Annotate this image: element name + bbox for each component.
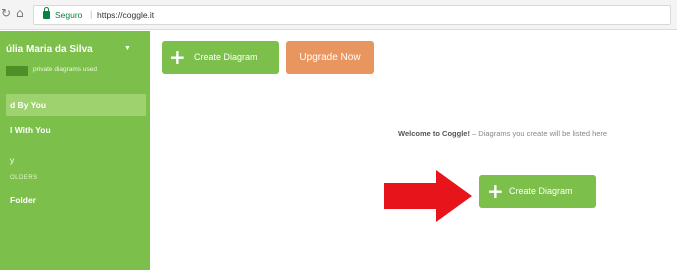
- url-text[interactable]: https://coggle.it: [97, 10, 154, 20]
- red-arrow-icon: [384, 170, 472, 222]
- sidebar-item-created-by-you[interactable]: d By You: [6, 94, 146, 116]
- sidebar: úlia Maria da Silva ▼ private diagrams u…: [0, 31, 150, 270]
- caret-down-icon[interactable]: ▼: [124, 45, 131, 52]
- usage-text: private diagrams used: [33, 66, 97, 73]
- reload-icon[interactable]: ↻: [1, 6, 11, 20]
- create-diagram-label: Create Diagram: [509, 186, 573, 196]
- home-icon[interactable]: ⌂: [16, 6, 24, 20]
- lock-icon: [43, 7, 50, 19]
- usage-badge: [6, 66, 28, 76]
- url-separator: |: [90, 9, 93, 19]
- welcome-text: – Diagrams you create will be listed her…: [469, 129, 608, 138]
- welcome-title: Welcome to Coggle!: [398, 129, 470, 138]
- user-name[interactable]: úlia Maria da Silva: [6, 44, 93, 55]
- create-diagram-label: Create Diagram: [194, 52, 258, 62]
- section-label-folders: OLDERS: [10, 175, 38, 181]
- browser-address-bar: ↻ ⌂ Seguro | https://coggle.it: [0, 0, 677, 30]
- create-diagram-button-center[interactable]: + Create Diagram: [479, 175, 596, 208]
- sidebar-item-folder[interactable]: Folder: [6, 189, 146, 211]
- url-field[interactable]: Seguro | https://coggle.it: [33, 5, 671, 25]
- secure-label: Seguro: [55, 10, 83, 20]
- plus-icon: +: [169, 45, 186, 69]
- welcome-message: Welcome to Coggle! – Diagrams you create…: [398, 129, 607, 138]
- plus-icon: +: [487, 179, 504, 203]
- sidebar-item-shared-with-you[interactable]: l With You: [6, 119, 146, 141]
- create-diagram-button[interactable]: + Create Diagram: [162, 41, 279, 74]
- upgrade-now-button[interactable]: Upgrade Now: [286, 41, 374, 74]
- sidebar-item-3[interactable]: y: [6, 149, 146, 171]
